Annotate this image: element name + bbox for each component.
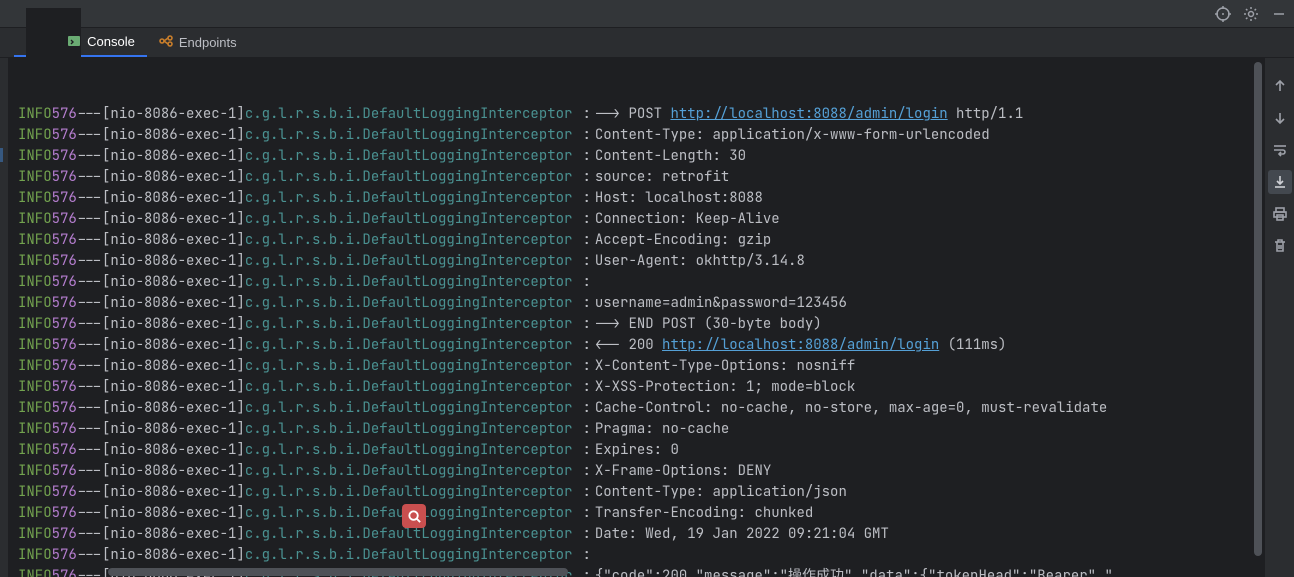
log-link[interactable]: http://localhost:8088/admin/login bbox=[670, 105, 947, 123]
minimize-icon[interactable] bbox=[1268, 3, 1290, 25]
log-line: INFO 576 --- [nio-8086-exec-1] c.g.l.r.s… bbox=[18, 440, 1264, 461]
target-icon[interactable] bbox=[1212, 3, 1234, 25]
soft-wrap-button[interactable] bbox=[1268, 138, 1292, 162]
log-line: INFO 576 --- [nio-8086-exec-1] c.g.l.r.s… bbox=[18, 146, 1264, 167]
log-line: INFO 576 --- [nio-8086-exec-1] c.g.l.r.s… bbox=[18, 188, 1264, 209]
console-output[interactable]: INFO 576 --- [nio-8086-exec-1] c.g.l.r.s… bbox=[8, 58, 1264, 577]
gutter-mark bbox=[0, 148, 3, 162]
log-line: INFO 576 --- [nio-8086-exec-1] c.g.l.r.s… bbox=[18, 230, 1264, 251]
scroll-to-top-button[interactable] bbox=[1268, 74, 1292, 98]
endpoints-icon bbox=[159, 34, 173, 51]
print-button[interactable] bbox=[1268, 202, 1292, 226]
log-line: INFO 576 --- [nio-8086-exec-1] c.g.l.r.s… bbox=[18, 356, 1264, 377]
tab-endpoints-label: Endpoints bbox=[179, 35, 237, 50]
tab-console-label: Console bbox=[87, 34, 135, 49]
tool-window-tabs: Console Endpoints bbox=[0, 28, 1294, 58]
log-line: INFO 576 --- [nio-8086-exec-1] c.g.l.r.s… bbox=[18, 461, 1264, 482]
log-line: INFO 576 --- [nio-8086-exec-1] c.g.l.r.s… bbox=[18, 293, 1264, 314]
scrollbar-thumb-vertical[interactable] bbox=[1254, 62, 1262, 556]
log-line: INFO 576 --- [nio-8086-exec-1] c.g.l.r.s… bbox=[18, 398, 1264, 419]
log-line: INFO 576 --- [nio-8086-exec-1] c.g.l.r.s… bbox=[18, 377, 1264, 398]
log-line: INFO 576 --- [nio-8086-exec-1] c.g.l.r.s… bbox=[18, 545, 1264, 566]
tool-window-body: INFO 576 --- [nio-8086-exec-1] c.g.l.r.s… bbox=[0, 58, 1294, 577]
tab-console[interactable]: Console bbox=[14, 28, 147, 57]
log-line: INFO 576 --- [nio-8086-exec-1] c.g.l.r.s… bbox=[18, 251, 1264, 272]
log-line: INFO 576 --- [nio-8086-exec-1] c.g.l.r.s… bbox=[18, 209, 1264, 230]
left-gutter bbox=[0, 58, 8, 577]
scrollbar-vertical[interactable] bbox=[1253, 58, 1263, 567]
log-line: INFO 576 --- [nio-8086-exec-1] c.g.l.r.s… bbox=[18, 335, 1264, 356]
scroll-to-end-button[interactable] bbox=[1268, 106, 1292, 130]
console-lines: INFO 576 --- [nio-8086-exec-1] c.g.l.r.s… bbox=[18, 104, 1264, 577]
log-line: INFO 576 --- [nio-8086-exec-1] c.g.l.r.s… bbox=[18, 104, 1264, 125]
search-icon bbox=[407, 509, 422, 524]
gear-icon[interactable] bbox=[1240, 3, 1262, 25]
log-line: INFO 576 --- [nio-8086-exec-1] c.g.l.r.s… bbox=[18, 125, 1264, 146]
log-line: INFO 576 --- [nio-8086-exec-1] c.g.l.r.s… bbox=[18, 524, 1264, 545]
log-line: INFO 576 --- [nio-8086-exec-1] c.g.l.r.s… bbox=[18, 503, 1264, 524]
log-line: INFO 576 --- [nio-8086-exec-1] c.g.l.r.s… bbox=[18, 272, 1264, 293]
clear-all-button[interactable] bbox=[1268, 234, 1292, 258]
log-line: INFO 576 --- [nio-8086-exec-1] c.g.l.r.s… bbox=[18, 419, 1264, 440]
log-line: INFO 576 --- [nio-8086-exec-1] c.g.l.r.s… bbox=[18, 167, 1264, 188]
log-line: INFO 576 --- [nio-8086-exec-1] c.g.l.r.s… bbox=[18, 314, 1264, 335]
scrollbar-thumb-horizontal[interactable] bbox=[108, 568, 568, 576]
log-line: INFO 576 --- [nio-8086-exec-1] c.g.l.r.s… bbox=[18, 482, 1264, 503]
log-link[interactable]: http://localhost:8088/admin/login bbox=[662, 336, 939, 354]
console-action-bar bbox=[1264, 58, 1294, 577]
tab-endpoints[interactable]: Endpoints bbox=[147, 28, 249, 57]
scroll-to-end-toggle[interactable] bbox=[1268, 170, 1292, 194]
scrollbar-horizontal[interactable] bbox=[8, 567, 1264, 577]
find-in-console-badge[interactable] bbox=[402, 504, 426, 528]
title-toolbar bbox=[0, 0, 1294, 28]
ide-tool-window: Console Endpoints INFO 576 --- [nio-8086… bbox=[0, 0, 1294, 577]
